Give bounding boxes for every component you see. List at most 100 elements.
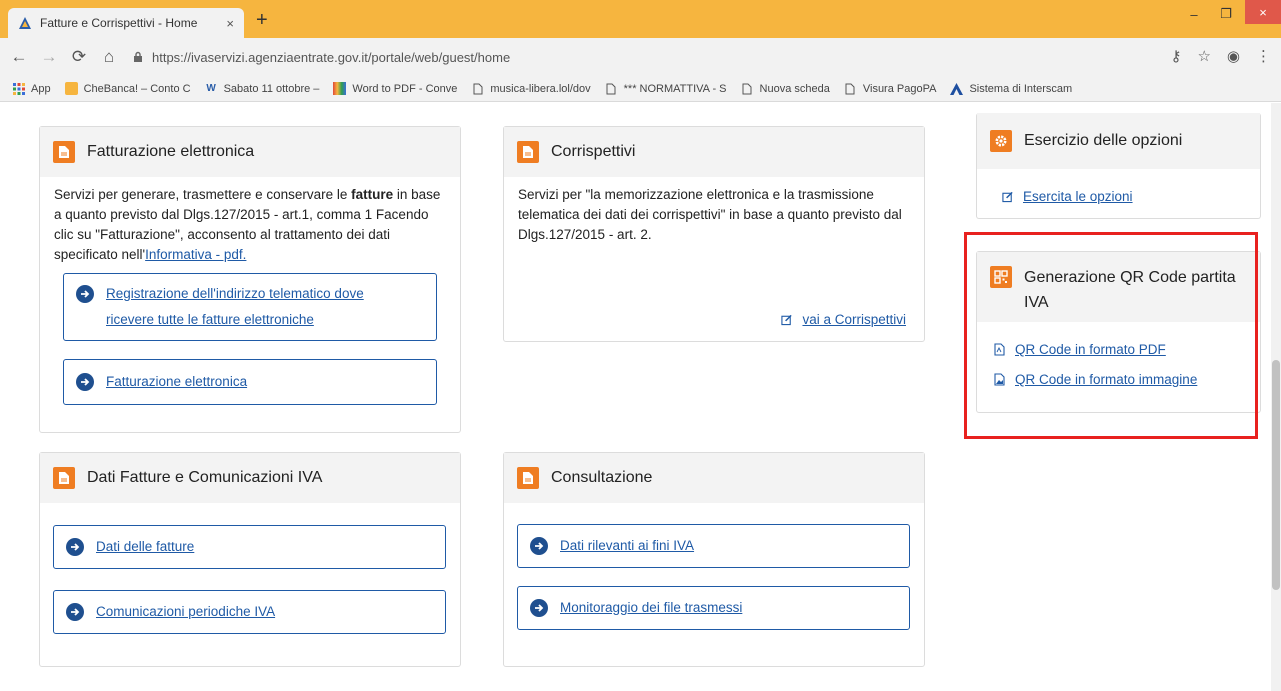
card-esercizio-opzioni: Esercizio delle opzioni Esercita le opzi… [976,113,1261,219]
forward-arrow-icon[interactable]: → [38,47,60,67]
description-bold: fatture [351,187,394,202]
bookmark-visura-pagopa[interactable]: Visura PagoPA [844,82,937,95]
dati-rilevanti-iva-button[interactable]: Dati rilevanti ai fini IVA [517,524,910,568]
arrow-right-circle-icon [66,603,84,621]
registrazione-indirizzo-label: Registrazione dell'indirizzo telematico … [106,286,364,327]
page-icon [471,82,484,95]
arrow-right-circle-icon [530,537,548,555]
lock-icon [132,51,144,63]
bookmark-favicon-yellow [64,82,78,95]
registrazione-indirizzo-button[interactable]: Registrazione dell'indirizzo telematico … [63,273,437,341]
edit-icon [1002,190,1014,203]
a-logo-icon [950,82,964,95]
agenzia-entrate-favicon-icon [18,16,32,30]
edit-icon [781,313,793,326]
bookmark-label: App [31,82,51,95]
document-icon [517,141,539,163]
fatturazione-elettronica-label: Fatturazione elettronica [106,374,248,389]
bookmark-normattiva[interactable]: *** NORMATTIVA - S [605,82,727,95]
minimize-button[interactable]: – [1179,4,1209,24]
reload-icon[interactable]: ⟳ [68,47,90,67]
page-icon [605,82,618,95]
card-dati-fatture: Dati Fatture e Comunicazioni IVA Dati de… [39,452,461,667]
card-header: Esercizio delle opzioni [977,113,1260,169]
back-arrow-icon[interactable]: ← [8,47,30,67]
scrollbar-thumb[interactable] [1272,360,1280,590]
card-header: Dati Fatture e Comunicazioni IVA [40,453,460,503]
card-header: Consultazione [504,453,924,503]
bookmark-sistema-interscambio[interactable]: Sistema di Interscam [950,82,1072,95]
browser-tab-strip: Fatture e Corrispettivi - Home × + – ❐ × [0,0,1281,38]
link-label: vai a Corrispettivi [802,312,906,327]
comunicazioni-periodiche-button[interactable]: Comunicazioni periodiche IVA [53,590,446,634]
new-tab-button[interactable]: + [256,10,268,30]
bookmarks-bar: App CheBanca! – Conto C W Sabato 11 otto… [0,76,1281,102]
fatturazione-elettronica-button[interactable]: Fatturazione elettronica [63,359,437,405]
bookmark-label: Word to PDF - Conve [352,82,458,95]
bookmark-musica-libera[interactable]: musica-libera.lol/dov [471,82,591,95]
link-label: Esercita le opzioni [1023,189,1133,204]
bookmark-label: Nuova scheda [759,82,830,95]
arrow-right-circle-icon [76,373,94,391]
key-icon[interactable]: ⚷ [1170,47,1181,65]
page-icon [741,82,754,95]
bookmark-label: Sabato 11 ottobre – [223,82,320,95]
bookmark-word-to-pdf[interactable]: Word to PDF - Conve [333,82,457,95]
menu-dots-icon[interactable]: ⋮ [1256,47,1271,65]
document-icon [53,467,75,489]
gear-icon [990,130,1012,152]
account-icon[interactable]: ◉ [1227,47,1240,65]
description-text: Servizi per generare, trasmettere e cons… [54,187,352,202]
browser-toolbar: ← → ⟳ ⌂ https://ivaservizi.agenziaentrat… [0,38,1281,76]
arrow-right-circle-icon [66,538,84,556]
home-icon[interactable]: ⌂ [98,47,120,67]
dati-delle-fatture-button[interactable]: Dati delle fatture [53,525,446,569]
tab-close-icon[interactable]: × [226,16,234,31]
document-icon [53,141,75,163]
card-description: Servizi per "la memorizzazione elettroni… [518,187,902,242]
esercita-opzioni-link[interactable]: Esercita le opzioni [1002,189,1133,204]
card-fatturazione-elettronica: Fatturazione elettronica Servizi per gen… [39,126,461,433]
comunicazioni-periodiche-label: Comunicazioni periodiche IVA [96,604,276,619]
bookmark-label: Sistema di Interscam [969,82,1073,95]
card-title: Corrispettivi [551,143,636,160]
card-header: Fatturazione elettronica [40,127,460,177]
bookmark-sabato[interactable]: W Sabato 11 ottobre – [205,82,320,95]
bookmark-label: *** NORMATTIVA - S [623,82,727,95]
card-title: Consultazione [551,469,653,486]
monitoraggio-file-button[interactable]: Monitoraggio dei file trasmessi [517,586,910,630]
apps-grid-icon [12,82,25,95]
page-icon [844,82,857,95]
card-consultazione: Consultazione Dati rilevanti ai fini IVA… [503,452,925,667]
arrow-right-circle-icon [530,599,548,617]
address-bar[interactable]: https://ivaservizi.agenziaentrate.gov.it… [132,46,1191,68]
card-description: Servizi per generare, trasmettere e cons… [40,177,460,273]
dati-delle-fatture-label: Dati delle fatture [96,539,195,554]
red-highlight-box [964,232,1258,439]
star-icon[interactable]: ☆ [1197,47,1210,65]
document-icon [517,467,539,489]
card-header: Corrispettivi [504,127,924,177]
bookmark-label: Visura PagoPA [862,82,937,95]
informativa-pdf-link[interactable]: Informativa - pdf. [145,247,246,262]
browser-tab[interactable]: Fatture e Corrispettivi - Home × [8,8,244,38]
bookmark-apps[interactable]: App [12,82,51,95]
vai-a-corrispettivi-link[interactable]: vai a Corrispettivi [781,312,906,327]
card-title: Fatturazione elettronica [87,143,255,160]
tab-title: Fatture e Corrispettivi - Home [40,16,198,30]
bookmark-nuova-scheda[interactable]: Nuova scheda [741,82,830,95]
maximize-button[interactable]: ❐ [1211,4,1241,24]
close-window-button[interactable]: × [1245,0,1281,24]
card-title: Dati Fatture e Comunicazioni IVA [87,469,323,486]
url-text: https://ivaservizi.agenziaentrate.gov.it… [152,49,511,65]
bookmark-label: CheBanca! – Conto C [83,82,191,95]
colorful-favicon-icon [333,82,347,95]
card-title: Esercizio delle opzioni [1024,132,1183,149]
bookmark-chebanca[interactable]: CheBanca! – Conto C [64,82,191,95]
monitoraggio-file-label: Monitoraggio dei file trasmessi [560,600,743,615]
page-content: Fatturazione elettronica Servizi per gen… [0,103,1281,691]
bookmark-label: musica-libera.lol/dov [490,82,591,95]
card-corrispettivi: Corrispettivi Servizi per "la memorizzaz… [503,126,925,342]
page-scrollbar[interactable] [1271,103,1281,691]
w-favicon-icon: W [206,83,216,94]
